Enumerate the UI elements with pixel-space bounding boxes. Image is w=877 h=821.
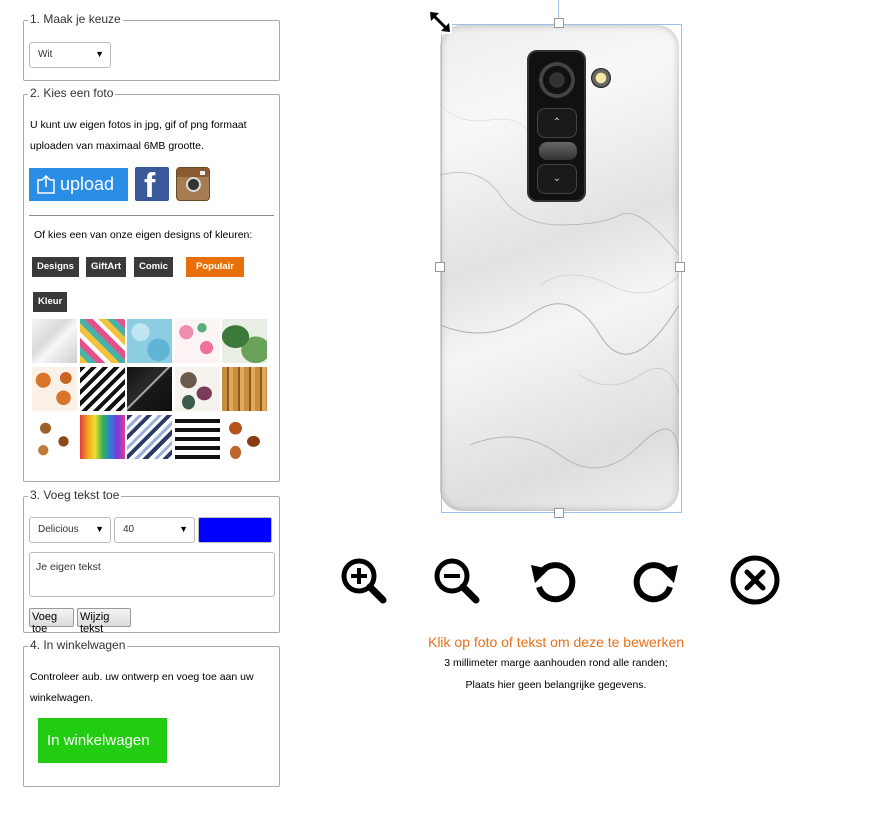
resize-arrows-icon: [430, 12, 450, 32]
font-size-select[interactable]: 40 ▼: [114, 517, 195, 543]
step2-legend: 2. Kies een foto: [28, 86, 116, 100]
category-designs[interactable]: Designs: [32, 257, 79, 277]
chevron-down-icon: ▼: [179, 524, 188, 534]
pattern-autumn-leaves[interactable]: [175, 367, 220, 411]
font-value: Delicious: [38, 524, 79, 535]
upload-button[interactable]: upload: [29, 168, 128, 201]
step2-panel: 2. Kies een foto U kunt uw eigen fotos i…: [23, 86, 280, 482]
step1-legend: 1. Maak je keuze: [28, 12, 123, 26]
text-input[interactable]: Je eigen tekst: [29, 552, 275, 597]
edit-hint: Klik op foto of tekst om deze te bewerke…: [427, 634, 685, 650]
zoom-in-icon: [341, 558, 387, 604]
step4-legend: 4. In winkelwagen: [28, 638, 128, 652]
category-giftart[interactable]: GiftArt: [86, 257, 127, 277]
pattern-rainbow-paint[interactable]: [80, 415, 125, 459]
step1-panel: 1. Maak je keuze Wit ▼: [23, 12, 280, 81]
facebook-icon[interactable]: f: [135, 167, 169, 201]
selection-frame: [441, 24, 682, 513]
chevron-down-icon: ▼: [95, 524, 104, 534]
add-to-cart-button[interactable]: In winkelwagen: [38, 718, 167, 763]
delete-button[interactable]: [730, 555, 780, 605]
important-note: Plaats hier geen belangrijke gegevens.: [465, 679, 647, 691]
pattern-foxes[interactable]: [32, 367, 77, 411]
delete-icon: [730, 555, 780, 605]
text-input-value: Je eigen tekst: [36, 561, 101, 573]
rotate-left-icon: [531, 562, 576, 603]
resize-handle-top[interactable]: [554, 18, 564, 28]
pattern-tropical-leaves[interactable]: [222, 319, 267, 363]
zoom-in-button[interactable]: [338, 555, 388, 605]
designs-intro: Of kies een van onze eigen designs of kl…: [34, 229, 253, 241]
pattern-dogs[interactable]: [32, 415, 77, 459]
phone-canvas[interactable]: ⌃ ⌄: [428, 0, 685, 518]
pattern-blue-glitter[interactable]: [127, 319, 172, 363]
pattern-marble-white[interactable]: [32, 319, 77, 363]
pattern-flamingos[interactable]: [175, 319, 220, 363]
case-color-value: Wit: [38, 49, 53, 60]
pattern-pineapples[interactable]: [80, 319, 125, 363]
text-color-picker[interactable]: [198, 517, 272, 543]
rotate-right-icon: [633, 562, 678, 603]
rotate-right-button[interactable]: [630, 555, 680, 605]
zoom-out-icon: [434, 558, 480, 604]
edit-text-button[interactable]: Wijzig tekst: [77, 608, 131, 635]
scale-handle[interactable]: [428, 10, 452, 34]
category-comic[interactable]: Comic: [134, 257, 174, 277]
font-select[interactable]: Delicious ▼: [29, 517, 111, 543]
pattern-wood[interactable]: [222, 367, 267, 411]
upload-icon: [37, 174, 55, 194]
case-color-select[interactable]: Wit ▼: [29, 42, 111, 68]
font-size-value: 40: [123, 524, 135, 535]
step3-panel: 3. Voeg tekst toe Delicious ▼ 40 ▼ Je ei…: [23, 488, 280, 635]
upload-label: upload: [60, 174, 115, 194]
divider: [29, 215, 274, 216]
margin-note: 3 millimeter marge aanhouden rond alle r…: [444, 657, 668, 669]
resize-handle-bottom[interactable]: [554, 508, 564, 518]
pattern-chevron-bw[interactable]: [80, 367, 125, 411]
pattern-chevron-blue[interactable]: [127, 415, 172, 459]
chevron-down-icon: ▼: [95, 49, 104, 59]
cart-description: Controleer aub. uw ontwerp en voeg toe a…: [30, 671, 254, 704]
add-text-button[interactable]: Voeg toe: [29, 608, 74, 635]
pattern-marble-black[interactable]: [127, 367, 172, 411]
instagram-icon[interactable]: [176, 167, 210, 201]
category-kleur[interactable]: Kleur: [33, 292, 68, 312]
step3-legend: 3. Voeg tekst toe: [28, 488, 122, 502]
pattern-brown-leaves[interactable]: [222, 415, 267, 459]
upload-description: U kunt uw eigen fotos in jpg, gif of png…: [30, 119, 247, 152]
zoom-out-button[interactable]: [431, 555, 481, 605]
rotate-left-button[interactable]: [529, 555, 579, 605]
resize-handle-left[interactable]: [435, 262, 445, 272]
pattern-black-stripes[interactable]: [175, 415, 220, 459]
category-populair[interactable]: Populair: [186, 257, 244, 277]
step4-panel: 4. In winkelwagen Controleer aub. uw ont…: [23, 638, 280, 787]
resize-handle-right[interactable]: [675, 262, 685, 272]
rotate-line: [558, 0, 559, 18]
